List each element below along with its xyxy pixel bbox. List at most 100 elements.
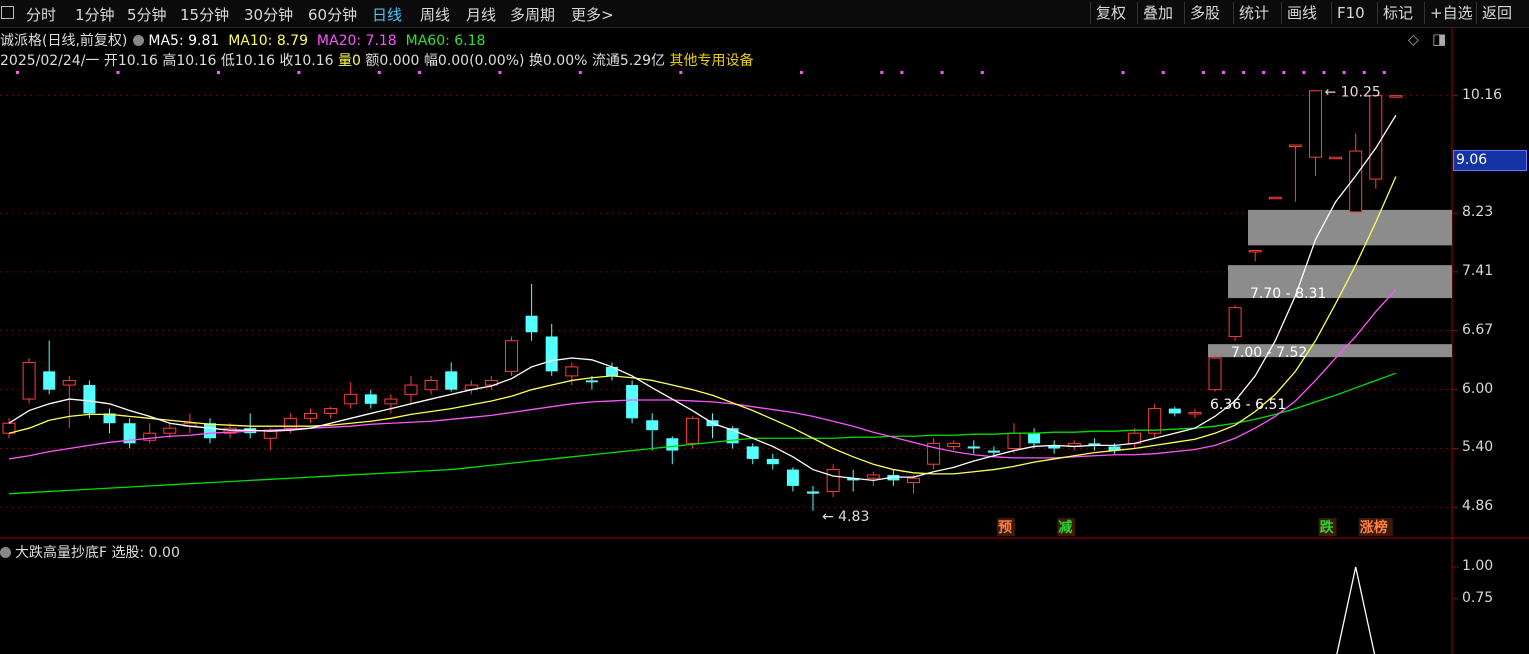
signal-text: 预 xyxy=(998,520,1012,536)
candle-body xyxy=(565,366,579,377)
candle-body xyxy=(907,477,920,484)
candle-body xyxy=(43,371,56,390)
candle-body xyxy=(807,491,819,494)
candle-body xyxy=(445,371,458,390)
current-price-marker: 9.06 xyxy=(1453,149,1527,171)
signal-dot xyxy=(217,71,220,74)
candle-body xyxy=(746,446,759,459)
signal-dot xyxy=(578,71,582,74)
signal-dot xyxy=(980,71,984,74)
indicator-settings-icon[interactable] xyxy=(0,547,11,558)
ma20-line xyxy=(8,289,1397,460)
zone-label: 7.00 - 7.52 xyxy=(1231,345,1307,361)
candle-body xyxy=(1288,144,1302,148)
signal-dot xyxy=(679,71,683,74)
price-tick-label: 6.00 xyxy=(1462,380,1494,397)
signal-text: 涨榜 xyxy=(1360,519,1388,536)
candle-body xyxy=(62,379,76,386)
price-tick-label: 8.23 xyxy=(1462,204,1494,221)
candle-body xyxy=(1389,95,1403,98)
candle-body xyxy=(1228,307,1242,337)
signal-dot xyxy=(1201,71,1205,74)
signal-dot xyxy=(880,71,884,74)
indicator-line xyxy=(1336,566,1376,654)
signal-dot xyxy=(1362,71,1366,74)
candle-body xyxy=(1369,95,1383,180)
candle-body xyxy=(786,469,799,486)
indicator-value: 选股: 0.00 xyxy=(111,545,180,561)
candle-body xyxy=(404,384,418,395)
signal-dot xyxy=(1242,71,1246,74)
signal-dot xyxy=(940,71,944,74)
candle-body xyxy=(83,385,96,414)
price-tick-label: 7.41 xyxy=(1462,262,1494,279)
signal-dot xyxy=(1121,71,1125,74)
price-tick-label: 6.67 xyxy=(1462,321,1494,338)
signal-dot xyxy=(900,71,904,74)
kline-chart: 7.70 - 8.31 6.36 - 6.51 7.00 - 7.52 ← 10.25… xyxy=(0,28,1529,654)
candle-body xyxy=(304,412,317,419)
candle-body xyxy=(505,340,518,372)
candle-body xyxy=(866,474,880,479)
candle-body xyxy=(1208,357,1222,391)
indicator-header: 大跌高量抄底F 选股: 0.00 xyxy=(0,542,180,562)
candle-body xyxy=(967,446,980,449)
signal-dot xyxy=(116,71,120,74)
zone-label: 6.36 - 6.51 xyxy=(1210,397,1286,413)
candle-body xyxy=(1309,90,1322,158)
candle-body xyxy=(626,385,639,419)
price-annotation: ← 10.25 xyxy=(1325,85,1381,101)
signal-text: 跌 xyxy=(1320,520,1335,536)
candle-body xyxy=(1268,196,1282,200)
candle-body xyxy=(1168,408,1181,414)
candle-body xyxy=(826,469,840,492)
candle-body xyxy=(947,442,961,447)
candle-body xyxy=(384,398,398,405)
candle-body xyxy=(585,380,598,383)
signal-dot xyxy=(1382,71,1386,74)
signal-dot xyxy=(1282,71,1286,74)
signal-dot xyxy=(1322,71,1326,74)
candle-body xyxy=(1028,433,1041,444)
signal-dot xyxy=(377,71,381,74)
signal-dot xyxy=(1342,71,1346,74)
candle-body xyxy=(424,379,438,391)
signal-dot xyxy=(418,71,421,74)
candle-body xyxy=(1248,249,1262,253)
candle-body xyxy=(204,423,216,439)
candle-body xyxy=(163,427,177,434)
price-annotation: ← 4.83 xyxy=(822,509,869,525)
signal-dot xyxy=(1262,71,1266,74)
indicator-title: 大跌高量抄底F xyxy=(15,545,108,561)
candle-body xyxy=(1007,432,1021,449)
zone-label: 7.70 - 8.31 xyxy=(1250,286,1326,302)
signal-dot xyxy=(1161,71,1165,74)
price-tick-label: 4.86 xyxy=(1462,498,1494,515)
candle-body xyxy=(545,336,558,372)
candle-body xyxy=(666,438,679,451)
indicator-tick-label: 0.75 xyxy=(1462,589,1494,606)
signal-dot xyxy=(16,71,19,74)
candle-body xyxy=(766,458,779,465)
candle-body xyxy=(1329,156,1343,160)
candle-body xyxy=(22,361,36,400)
ma5-line xyxy=(8,114,1397,482)
signal-dot xyxy=(297,71,301,74)
indicator-tick-label: 1.00 xyxy=(1462,558,1494,574)
candle-body xyxy=(525,315,538,333)
signal-dot xyxy=(1302,71,1306,74)
candle-body xyxy=(987,450,1000,453)
signal-dot xyxy=(1222,71,1225,74)
candle-body xyxy=(364,394,377,404)
candle-body xyxy=(646,420,659,431)
support-zone xyxy=(1248,209,1452,246)
candle-body xyxy=(344,393,358,405)
candle-body xyxy=(685,417,699,444)
candle-body xyxy=(324,408,338,414)
price-tick-label: 5.40 xyxy=(1462,439,1494,456)
signal-dot xyxy=(799,71,803,74)
price-tick-label: 10.16 xyxy=(1462,86,1503,103)
signal-dot xyxy=(498,71,502,74)
candle-body xyxy=(1188,411,1202,415)
signal-text: 减 xyxy=(1058,519,1072,536)
